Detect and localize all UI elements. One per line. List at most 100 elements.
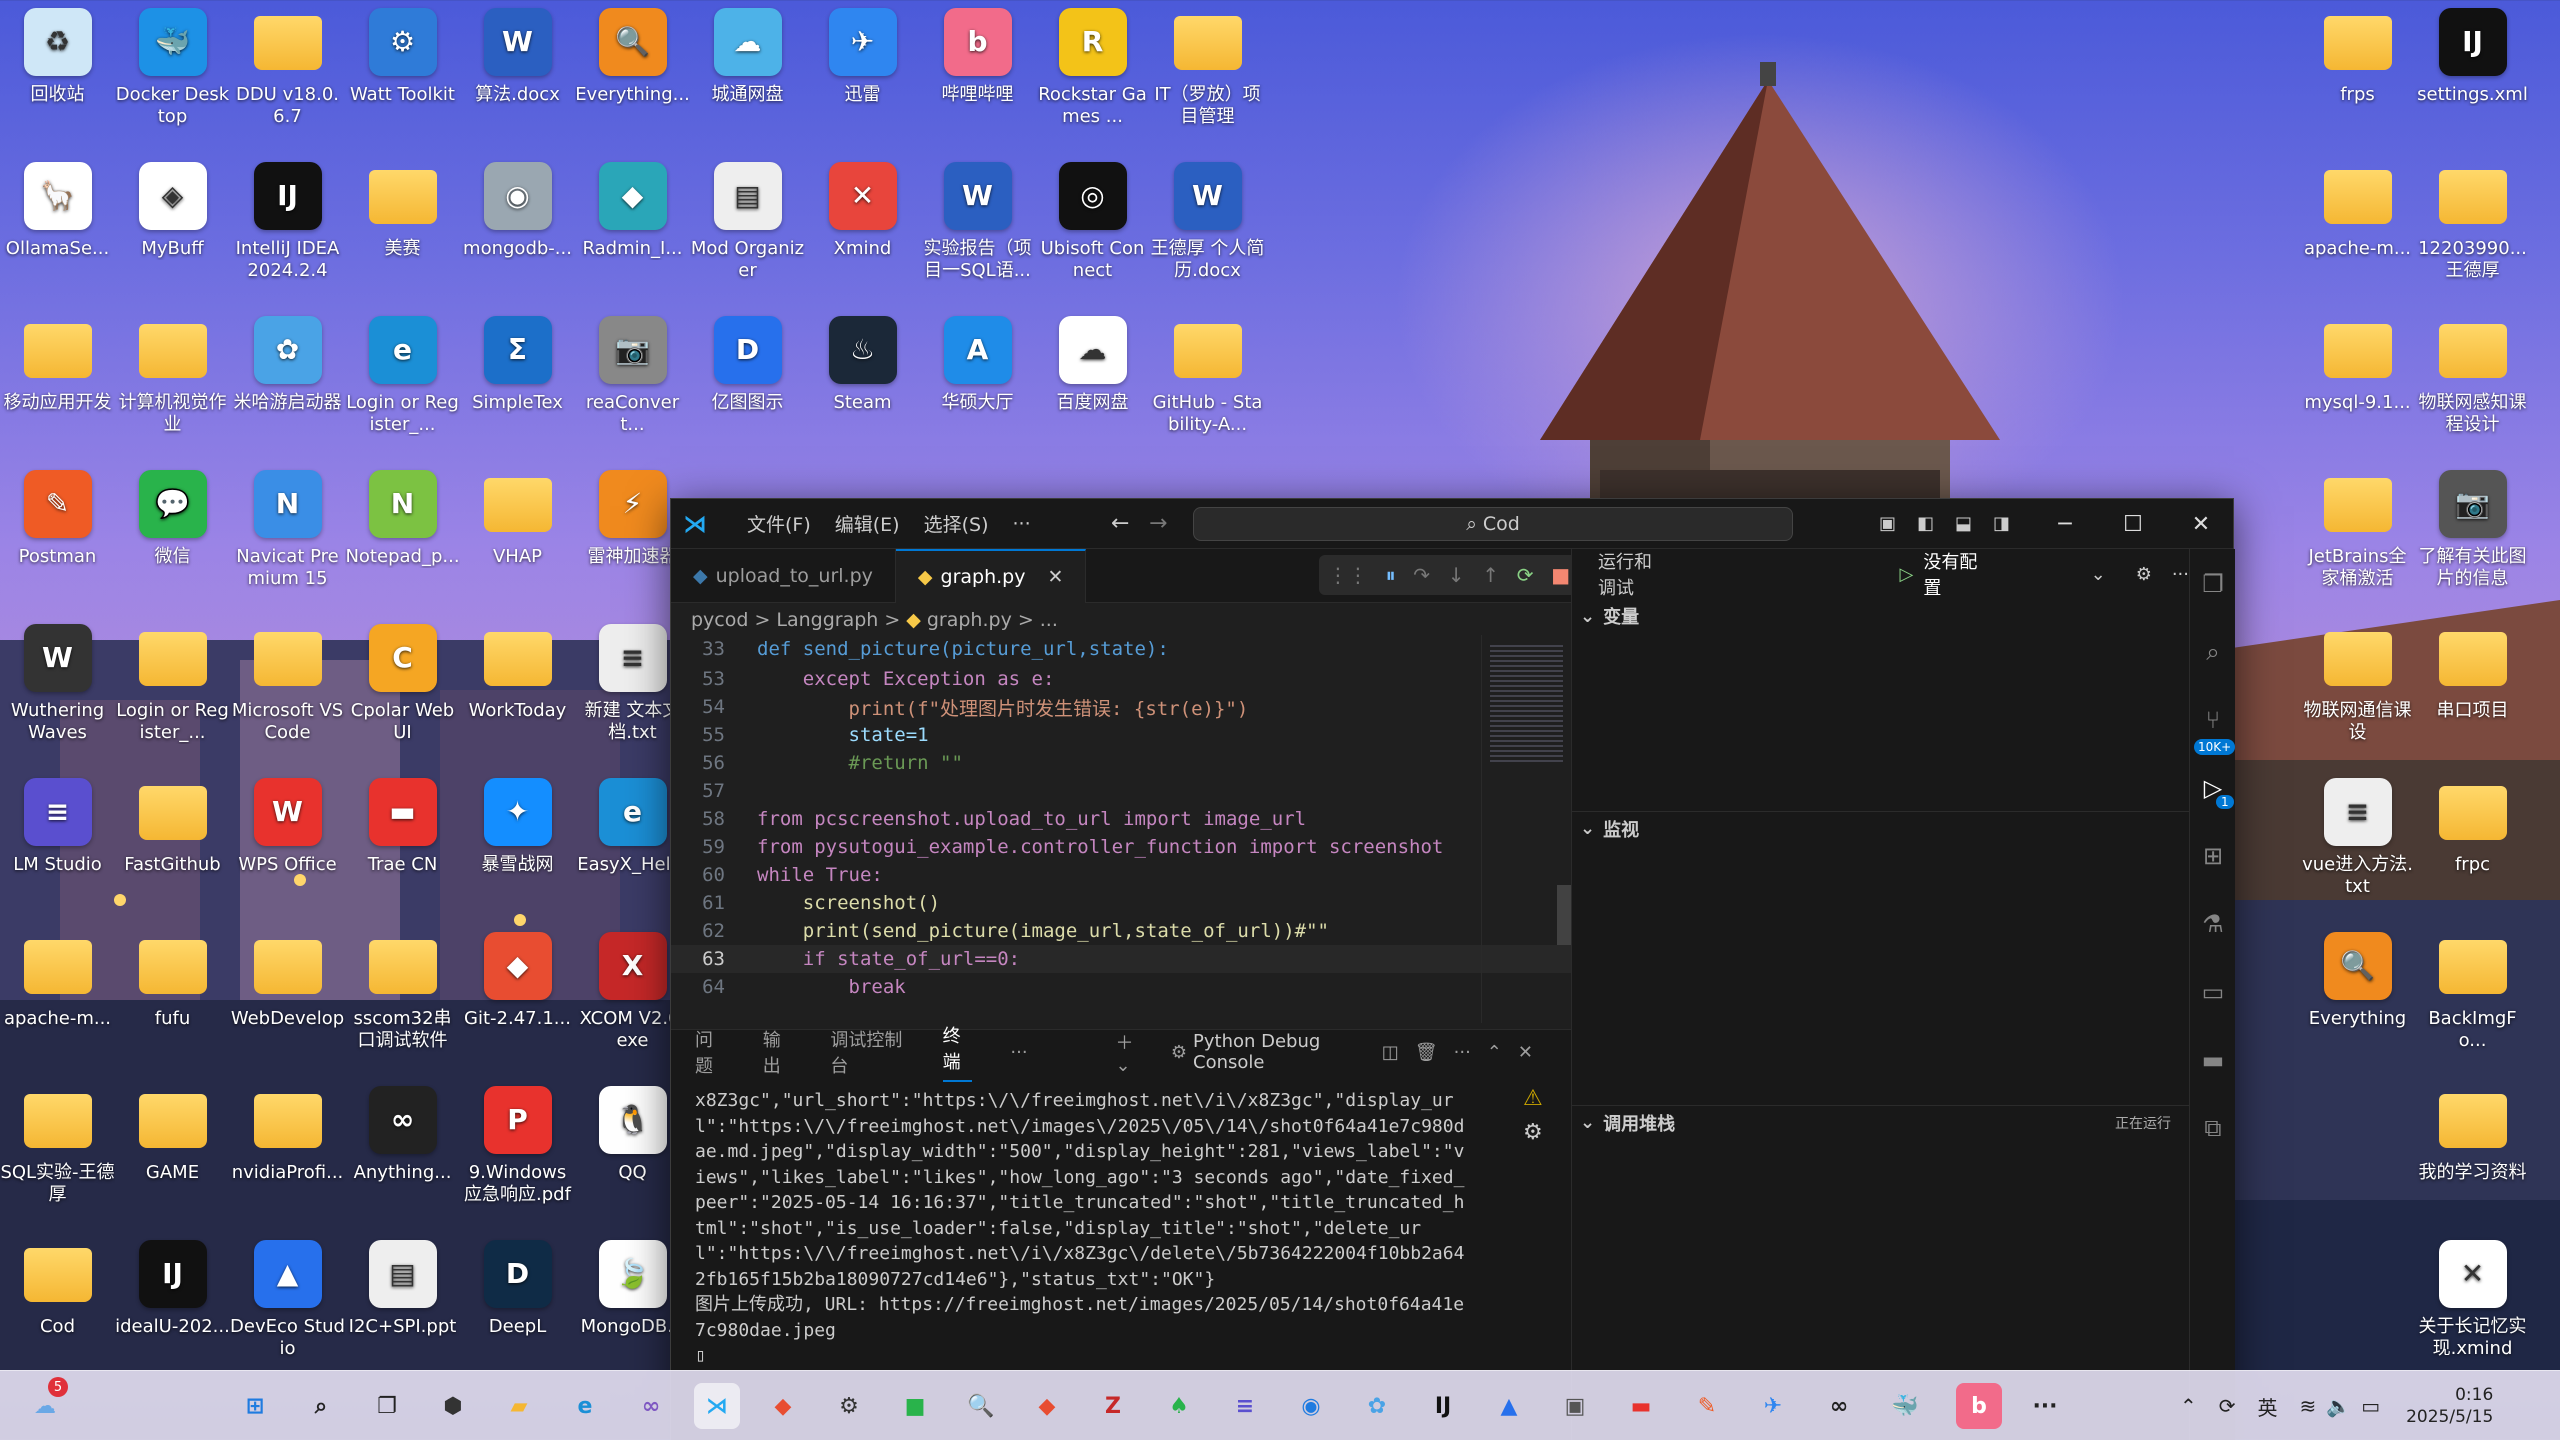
restart-icon[interactable]: ⟳: [1517, 563, 1534, 587]
trash-icon[interactable]: 🗑: [1415, 1042, 1438, 1063]
desktop-icon[interactable]: ✈ 迅雷: [805, 0, 920, 150]
desktop-icon[interactable]: N Navicat Premium 15: [230, 462, 345, 612]
desktop-icon[interactable]: ◆ Git-2.47.1...: [460, 924, 575, 1074]
testing-icon[interactable]: ⚗: [2198, 909, 2228, 939]
desktop-icon[interactable]: b 哔哩哔哩: [920, 0, 1035, 150]
desktop-icon[interactable]: FastGithub: [115, 770, 230, 920]
desktop-icon[interactable]: P 9.Windows 应急响应.pdf: [460, 1078, 575, 1228]
desktop-icon[interactable]: WorkToday: [460, 616, 575, 766]
desktop-icon[interactable]: mysql-9.1...: [2300, 308, 2415, 458]
command-center-search[interactable]: ⌕ Cod: [1193, 507, 1793, 541]
desktop-icon[interactable]: 🦙 OllamaSe...: [0, 154, 115, 304]
app-icon[interactable]: ◆: [760, 1383, 806, 1429]
desktop-icon[interactable]: 💬 微信: [115, 462, 230, 612]
task-view-icon[interactable]: ❐: [364, 1383, 410, 1429]
desktop-icon[interactable]: 移动应用开发: [0, 308, 115, 458]
debug-icon[interactable]: ⚙: [1523, 1120, 1543, 1145]
desktop-icon[interactable]: ✕ Xmind: [805, 154, 920, 304]
postman-icon[interactable]: ✎: [1684, 1383, 1730, 1429]
desktop-icon[interactable]: 📷 reaConvert...: [575, 308, 690, 458]
desktop-icon[interactable]: ▤ Mod Organizer: [690, 154, 805, 304]
nav-back-icon[interactable]: ←: [1111, 511, 1129, 536]
desktop-icon[interactable]: ✦ 暴雪战网: [460, 770, 575, 920]
menu-file[interactable]: 文件(F): [747, 510, 811, 537]
app-icon[interactable]: ✿: [1354, 1383, 1400, 1429]
step-into-icon[interactable]: ↓: [1448, 563, 1465, 587]
desktop-icon[interactable]: VHAP: [460, 462, 575, 612]
desktop-icon[interactable]: W 算法.docx: [460, 0, 575, 150]
desktop-icon[interactable]: W Wuthering Waves: [0, 616, 115, 766]
file-explorer-icon[interactable]: ▰: [496, 1383, 542, 1429]
feishu-icon[interactable]: ✈: [1750, 1383, 1796, 1429]
maximize-panel-icon[interactable]: ⌃: [1487, 1042, 1502, 1063]
intellij-icon[interactable]: IJ: [1420, 1383, 1466, 1429]
desktop-icon[interactable]: 📷 了解有关此图片的信息: [2415, 462, 2530, 612]
terminal-name[interactable]: Python Debug Console: [1193, 1031, 1362, 1073]
desktop-icon[interactable]: Login or Register_...: [115, 616, 230, 766]
desktop-icon[interactable]: W 王德厚 个人简历.docx: [1150, 154, 1265, 304]
section-watch[interactable]: ⌄ 监视: [1572, 811, 2189, 845]
unity-icon[interactable]: ⬢: [430, 1383, 476, 1429]
desktop-icon[interactable]: 物联网感知课程设计: [2415, 308, 2530, 458]
ports-icon[interactable]: ⧉: [2198, 1113, 2228, 1143]
tab-terminal[interactable]: 终端: [942, 1022, 973, 1082]
nav-forward-icon[interactable]: →: [1149, 511, 1167, 536]
desktop-icon[interactable]: 美赛: [345, 154, 460, 304]
desktop-icon[interactable]: C Cpolar Web UI: [345, 616, 460, 766]
deveco-icon[interactable]: ▲: [1486, 1383, 1532, 1429]
panel-icon[interactable]: ▬: [2198, 1045, 2228, 1075]
tab-graph[interactable]: ◆ graph.py ✕: [895, 549, 1087, 603]
desktop-icon[interactable]: 串口项目: [2415, 616, 2530, 766]
desktop-icon[interactable]: 12203990...王德厚: [2415, 154, 2530, 304]
desktop-icon[interactable]: sscom32串口调试软件: [345, 924, 460, 1074]
close-panel-icon[interactable]: ✕: [1518, 1042, 1533, 1063]
docker-icon[interactable]: 🐳: [1882, 1383, 1928, 1429]
desktop-icon[interactable]: apache-m...: [2300, 154, 2415, 304]
anything-icon[interactable]: ∞: [1816, 1383, 1862, 1429]
filezilla-icon[interactable]: Z: [1090, 1383, 1136, 1429]
desktop-icon[interactable]: ✿ 米哈游启动器: [230, 308, 345, 458]
desktop-icon[interactable]: W 实验报告（项目一SQL语...: [920, 154, 1035, 304]
scrollbar-thumb[interactable]: [1557, 885, 1571, 945]
desktop-icon[interactable]: 🔍 Everything...: [575, 0, 690, 150]
extensions-icon[interactable]: ⊞: [2198, 841, 2228, 871]
chevron-down-icon[interactable]: ⌄: [2091, 564, 2106, 585]
desktop-icon[interactable]: frpc: [2415, 770, 2530, 920]
breadcrumb-folder[interactable]: pycod: [691, 609, 748, 631]
code-editor[interactable]: 33 def send_picture(picture_url,state): 5…: [671, 635, 1571, 1023]
desktop-icon[interactable]: IJ settings.xml: [2415, 0, 2530, 150]
app-icon[interactable]: ■: [892, 1383, 938, 1429]
desktop-icon[interactable]: ☁ 城通网盘: [690, 0, 805, 150]
lm-studio-icon[interactable]: ≡: [1222, 1383, 1268, 1429]
minimap[interactable]: [1481, 635, 1571, 1023]
desktop-icon[interactable]: Microsoft VS Code: [230, 616, 345, 766]
desktop-icon[interactable]: R Rockstar Games ...: [1035, 0, 1150, 150]
desktop-icon[interactable]: fufu: [115, 924, 230, 1074]
desktop-icon[interactable]: Cod: [0, 1232, 115, 1382]
bilibili-icon[interactable]: b: [1956, 1383, 2002, 1429]
menu-edit[interactable]: 编辑(E): [835, 510, 900, 537]
desktop-icon[interactable]: 🐳 Docker Desktop: [115, 0, 230, 150]
app-icon[interactable]: ◉: [1288, 1383, 1334, 1429]
battery-icon[interactable]: ▭: [2361, 1394, 2380, 1418]
desktop-icon[interactable]: DDU v18.0.6.7: [230, 0, 345, 150]
tab-output[interactable]: 输出: [763, 1026, 793, 1078]
split-terminal-icon[interactable]: ◫: [1382, 1042, 1399, 1063]
more-icon[interactable]: ···: [2172, 564, 2189, 585]
search-icon[interactable]: ⌕: [298, 1383, 344, 1429]
desktop-icon[interactable]: 🔍 Everything: [2300, 924, 2415, 1074]
desktop-icon[interactable]: ≡ LM Studio: [0, 770, 115, 920]
drag-handle-icon[interactable]: ⋮⋮: [1328, 563, 1368, 587]
desktop-icon[interactable]: D DeepL: [460, 1232, 575, 1382]
close-button[interactable]: ✕: [2167, 499, 2235, 549]
gear-icon[interactable]: ⚙: [2136, 564, 2152, 585]
desktop-icon[interactable]: ♨ Steam: [805, 308, 920, 458]
menu-selection[interactable]: 选择(S): [924, 510, 989, 537]
desktop-icon[interactable]: BackImgFo...: [2415, 924, 2530, 1074]
desktop-icon[interactable]: ◆ Radmin_I...: [575, 154, 690, 304]
desktop-icon[interactable]: GitHub - Stability-A...: [1150, 308, 1265, 458]
menu-more[interactable]: ···: [1013, 513, 1031, 535]
remote-icon[interactable]: ▭: [2198, 977, 2228, 1007]
desktop-icon[interactable]: IT（罗放）项目管理: [1150, 0, 1265, 150]
desktop-icon[interactable]: nvidiaProfi...: [230, 1078, 345, 1228]
